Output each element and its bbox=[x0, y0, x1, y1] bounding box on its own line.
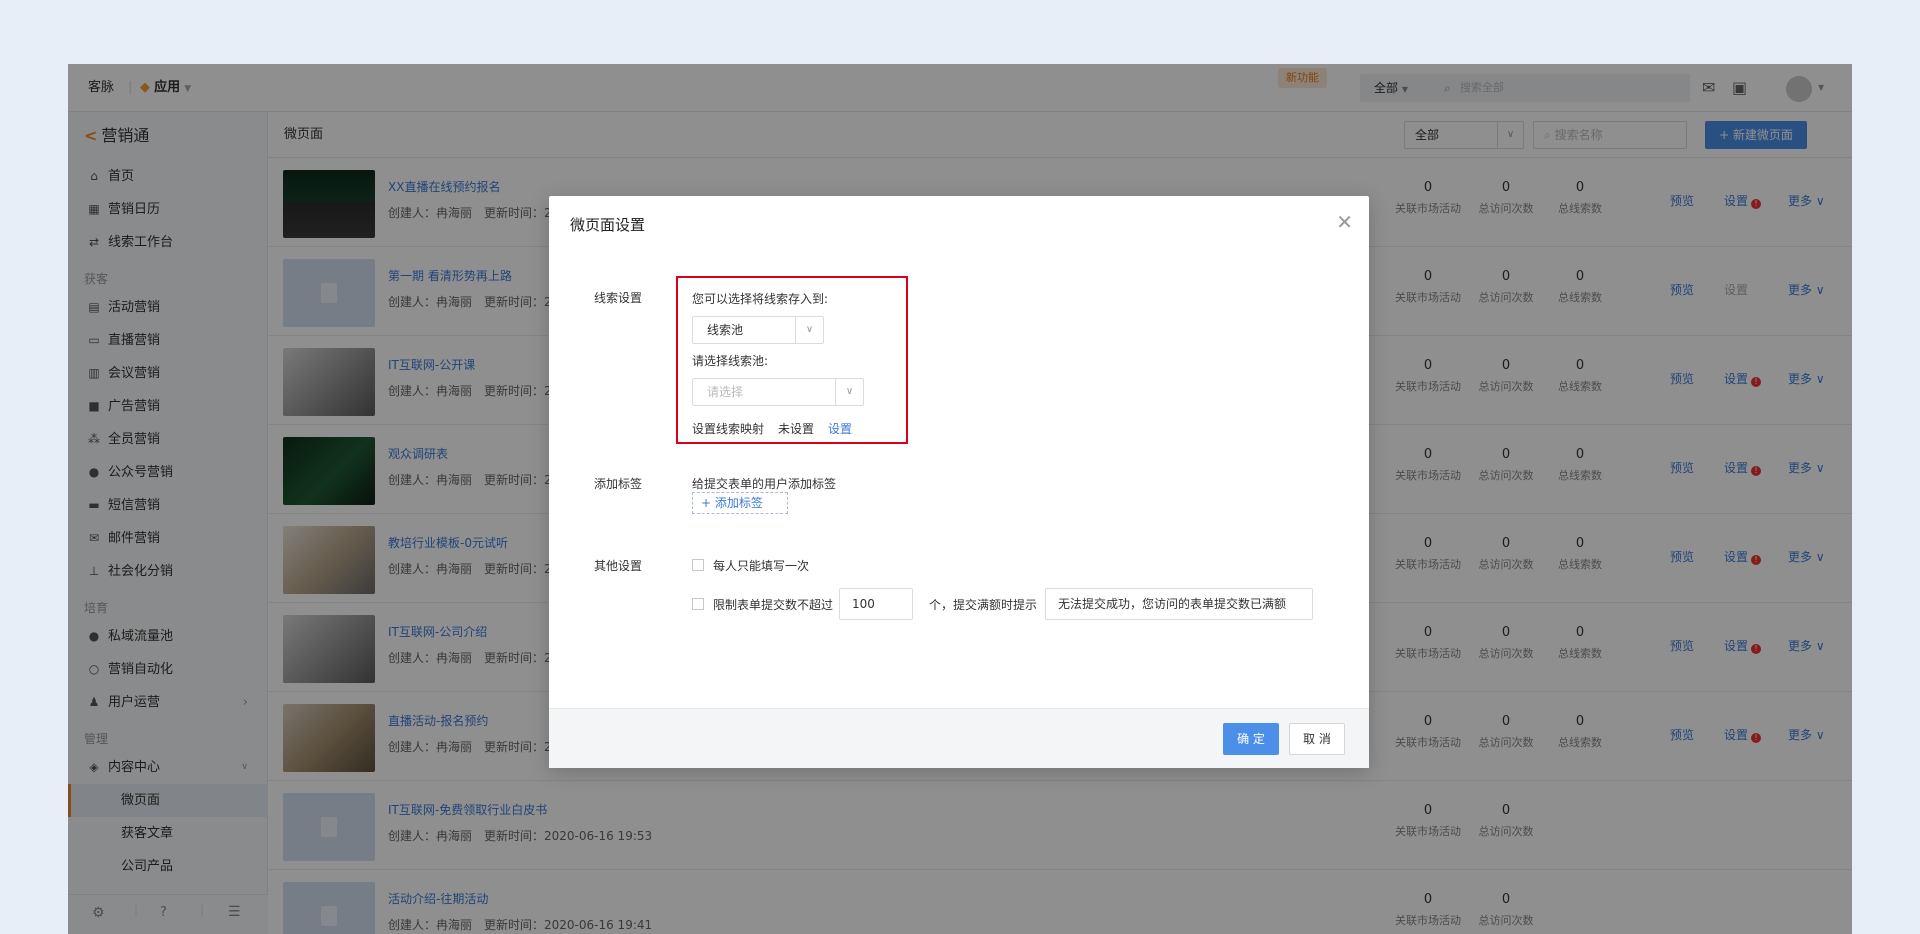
cancel-button[interactable]: 取 消 bbox=[1289, 723, 1345, 755]
lead-pool-hint: 请选择线索池: bbox=[692, 354, 769, 368]
chevron-down-icon: ∨ bbox=[835, 379, 863, 405]
chevron-down-icon: ∨ bbox=[795, 317, 823, 343]
lead-mapping-link[interactable]: 设置 bbox=[828, 420, 852, 437]
dialog-title: 微页面设置 bbox=[570, 216, 646, 234]
limit-suffix: 个，提交满额时提示 bbox=[929, 598, 1038, 612]
limit-message-input[interactable]: 无法提交成功，您访问的表单提交数已满额 bbox=[1045, 588, 1313, 620]
lead-mapping-status: 未设置 bbox=[778, 422, 815, 436]
tag-hint: 给提交表单的用户添加标签 bbox=[692, 477, 837, 491]
add-tag-button[interactable]: + 添加标签 bbox=[692, 492, 788, 514]
close-icon[interactable]: ✕ bbox=[1336, 210, 1353, 234]
limit-checkbox[interactable] bbox=[692, 598, 704, 610]
lead-store-select[interactable]: 线索池 ∨ bbox=[692, 316, 824, 344]
lead-pool-placeholder: 请选择 bbox=[707, 385, 744, 399]
tag-label: 添加标签 bbox=[594, 477, 643, 491]
lead-settings-highlight: 您可以选择将线索存入到: 线索池 ∨ 请选择线索池: 请选择 ∨ 设置线索映射 … bbox=[676, 276, 908, 444]
once-checkbox[interactable] bbox=[692, 559, 704, 571]
once-checkbox-label: 每人只能填写一次 bbox=[713, 559, 810, 573]
lead-mapping-label: 设置线索映射 bbox=[692, 422, 765, 436]
confirm-button[interactable]: 确 定 bbox=[1223, 723, 1279, 755]
other-settings-label: 其他设置 bbox=[594, 559, 643, 573]
lead-store-value: 线索池 bbox=[707, 323, 744, 337]
limit-count-input[interactable]: 100 bbox=[839, 588, 913, 620]
lead-store-hint: 您可以选择将线索存入到: bbox=[692, 292, 829, 306]
app-window: 客脉 | ◆ 应用 ▼ 新功能 全部 ▼ ⌕ 搜索全部 ✉ ▣ ▼ < 营销通 ⌂… bbox=[68, 64, 1852, 934]
lead-settings-label: 线索设置 bbox=[594, 291, 643, 305]
dialog-footer: 确 定 取 消 bbox=[549, 708, 1369, 768]
limit-checkbox-label: 限制表单提交数不超过 bbox=[713, 598, 834, 612]
settings-dialog: 微页面设置 ✕ 线索设置 您可以选择将线索存入到: 线索池 ∨ 请选择线索池: … bbox=[549, 196, 1369, 768]
lead-pool-select[interactable]: 请选择 ∨ bbox=[692, 378, 864, 406]
